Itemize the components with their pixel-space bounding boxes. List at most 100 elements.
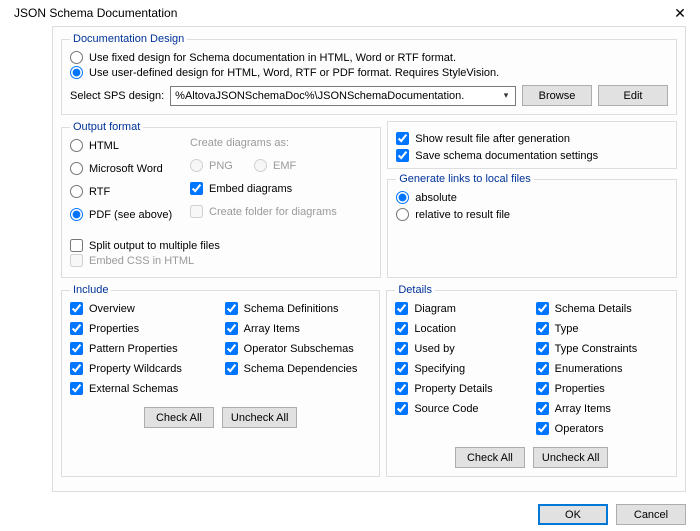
details-used-by-label: Used by: [414, 343, 454, 355]
include-prop-wildcards-check[interactable]: [70, 362, 83, 375]
format-html-label: HTML: [89, 140, 119, 152]
details-used-by-check[interactable]: [395, 342, 408, 355]
design-fixed-radio[interactable]: [70, 51, 83, 64]
details-operators-label: Operators: [555, 423, 604, 435]
details-title: Details: [395, 284, 435, 296]
details-group: Details Diagram Schema Details Location …: [386, 284, 677, 477]
show-result-label: Show result file after generation: [415, 133, 570, 145]
links-group: Generate links to local files absolute r…: [387, 173, 677, 278]
format-pdf-label: PDF (see above): [89, 209, 172, 221]
output-format-group: Output format HTML Microsoft Word RTF PD…: [61, 121, 381, 278]
links-relative-radio[interactable]: [396, 208, 409, 221]
close-icon[interactable]: ✕: [670, 6, 690, 20]
cancel-button[interactable]: Cancel: [616, 504, 686, 525]
sps-design-value: %AltovaJSONSchemaDoc%\JSONSchemaDocument…: [175, 90, 499, 102]
documentation-design-group: Documentation Design Use fixed design fo…: [61, 33, 677, 115]
details-properties-label: Properties: [555, 383, 605, 395]
embed-css-label: Embed CSS in HTML: [89, 255, 194, 267]
ok-button[interactable]: OK: [538, 504, 608, 525]
details-location-check[interactable]: [395, 322, 408, 335]
output-format-title: Output format: [70, 121, 143, 133]
format-rtf-radio[interactable]: [70, 185, 83, 198]
split-output-check[interactable]: [70, 239, 83, 252]
details-enumerations-check[interactable]: [536, 362, 549, 375]
show-result-check[interactable]: [396, 132, 409, 145]
include-properties-label: Properties: [89, 323, 139, 335]
format-word-label: Microsoft Word: [89, 163, 163, 175]
include-overview-check[interactable]: [70, 302, 83, 315]
include-check-all-button[interactable]: Check All: [144, 407, 214, 428]
include-pattern-props-label: Pattern Properties: [89, 343, 178, 355]
details-type-constraints-label: Type Constraints: [555, 343, 638, 355]
include-overview-label: Overview: [89, 303, 135, 315]
format-rtf-label: RTF: [89, 186, 110, 198]
include-title: Include: [70, 284, 111, 296]
details-prop-details-check[interactable]: [395, 382, 408, 395]
split-output-label: Split output to multiple files: [89, 240, 220, 252]
format-word-radio[interactable]: [70, 162, 83, 175]
include-array-items-label: Array Items: [244, 323, 300, 335]
include-uncheck-all-button[interactable]: Uncheck All: [222, 407, 297, 428]
include-ext-schemas-check[interactable]: [70, 382, 83, 395]
edit-button[interactable]: Edit: [598, 85, 668, 106]
details-uncheck-all-button[interactable]: Uncheck All: [533, 447, 608, 468]
include-properties-check[interactable]: [70, 322, 83, 335]
details-diagram-check[interactable]: [395, 302, 408, 315]
details-source-code-check[interactable]: [395, 402, 408, 415]
details-type-check[interactable]: [536, 322, 549, 335]
links-title: Generate links to local files: [396, 173, 533, 185]
sps-label: Select SPS design:: [70, 90, 164, 102]
details-enumerations-label: Enumerations: [555, 363, 623, 375]
details-type-constraints-check[interactable]: [536, 342, 549, 355]
include-prop-wildcards-label: Property Wildcards: [89, 363, 182, 375]
include-op-subschemas-label: Operator Subschemas: [244, 343, 354, 355]
sps-design-combo[interactable]: %AltovaJSONSchemaDoc%\JSONSchemaDocument…: [170, 86, 516, 106]
design-fixed-label: Use fixed design for Schema documentatio…: [89, 52, 456, 64]
details-operators-check[interactable]: [536, 422, 549, 435]
format-pdf-radio[interactable]: [70, 208, 83, 221]
include-schema-deps-check[interactable]: [225, 362, 238, 375]
details-type-label: Type: [555, 323, 579, 335]
include-schema-defs-check[interactable]: [225, 302, 238, 315]
details-array-items-check[interactable]: [536, 402, 549, 415]
browse-button[interactable]: Browse: [522, 85, 592, 106]
include-ext-schemas-label: External Schemas: [89, 383, 178, 395]
create-folder-check: [190, 205, 203, 218]
include-schema-defs-label: Schema Definitions: [244, 303, 339, 315]
design-user-radio[interactable]: [70, 66, 83, 79]
details-array-items-label: Array Items: [555, 403, 611, 415]
save-schema-label: Save schema documentation settings: [415, 150, 598, 162]
details-specifying-check[interactable]: [395, 362, 408, 375]
embed-diagrams-label: Embed diagrams: [209, 183, 292, 195]
links-absolute-label: absolute: [415, 192, 457, 204]
documentation-design-title: Documentation Design: [70, 33, 187, 45]
links-absolute-radio[interactable]: [396, 191, 409, 204]
include-group: Include Overview Schema Definitions Prop…: [61, 284, 380, 477]
details-schema-details-check[interactable]: [536, 302, 549, 315]
include-schema-deps-label: Schema Dependencies: [244, 363, 358, 375]
links-relative-label: relative to result file: [415, 209, 510, 221]
details-diagram-label: Diagram: [414, 303, 456, 315]
embed-css-check: [70, 254, 83, 267]
diag-emf-label: EMF: [273, 160, 296, 172]
format-html-radio[interactable]: [70, 139, 83, 152]
diag-png-label: PNG: [209, 160, 233, 172]
include-array-items-check[interactable]: [225, 322, 238, 335]
details-location-label: Location: [414, 323, 456, 335]
details-source-code-label: Source Code: [414, 403, 478, 415]
save-schema-check[interactable]: [396, 149, 409, 162]
details-check-all-button[interactable]: Check All: [455, 447, 525, 468]
details-schema-details-label: Schema Details: [555, 303, 632, 315]
diag-emf-radio: [254, 159, 267, 172]
include-pattern-props-check[interactable]: [70, 342, 83, 355]
embed-diagrams-check[interactable]: [190, 182, 203, 195]
create-folder-label: Create folder for diagrams: [209, 206, 337, 218]
window-title: JSON Schema Documentation: [14, 6, 177, 20]
chevron-down-icon[interactable]: ▾: [499, 90, 513, 101]
include-op-subschemas-check[interactable]: [225, 342, 238, 355]
diag-png-radio: [190, 159, 203, 172]
details-properties-check[interactable]: [536, 382, 549, 395]
details-prop-details-label: Property Details: [414, 383, 492, 395]
create-diagrams-as-label: Create diagrams as:: [190, 137, 372, 149]
design-user-label: Use user-defined design for HTML, Word, …: [89, 67, 499, 79]
